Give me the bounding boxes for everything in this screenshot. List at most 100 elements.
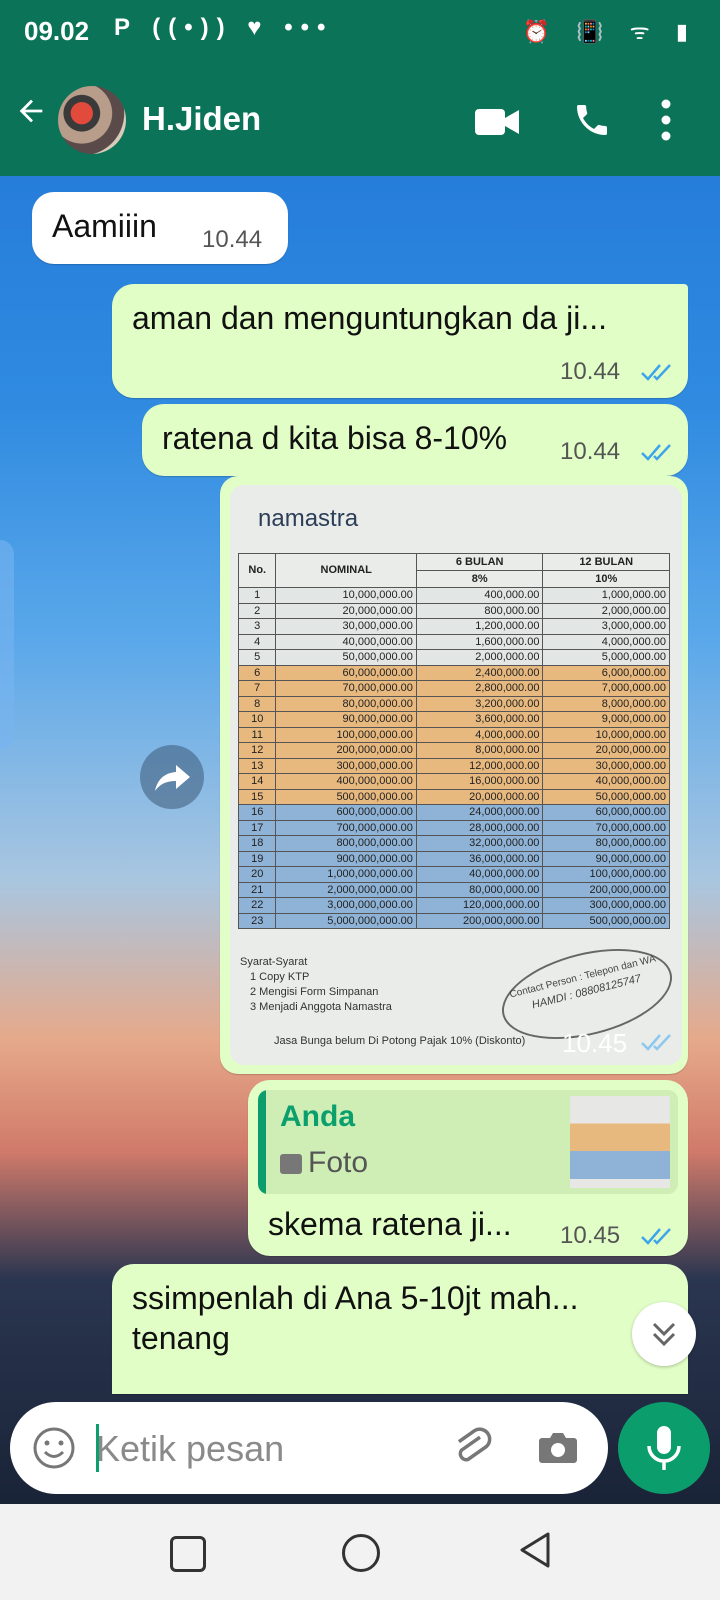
- message-time: 10.44: [560, 358, 621, 385]
- status-bar: 09.02 P ((•)) ♥ ••• ⏰ 📳 ᯤ ▮: [0, 0, 720, 64]
- partial-bubble-edge: [0, 540, 14, 750]
- table-cell: 3,000,000,000.00: [275, 897, 417, 914]
- contact-name[interactable]: H.Jiden: [142, 100, 261, 138]
- message-input[interactable]: Ketik pesan: [96, 1428, 284, 1470]
- table-cell: 3,200,000.00: [415, 695, 544, 712]
- row-number: 20: [237, 866, 277, 883]
- table-cell: 2,400,000.00: [415, 664, 544, 681]
- message-text: ssimpenlah di Ana 5-10jt mah... tenang: [132, 1280, 579, 1356]
- row-number: 18: [237, 835, 277, 852]
- table-cell: 2,000,000,000.00: [275, 881, 417, 898]
- table-row: 1 10,000,000.00 400,000.00 1,000,000.00: [237, 587, 670, 604]
- table-cell: 40,000,000.00: [542, 773, 670, 790]
- emoji-icon[interactable]: [32, 1426, 76, 1470]
- row-number: 22: [237, 897, 277, 914]
- read-receipt-icon: [641, 1034, 671, 1051]
- rates-table: No. NOMINAL 6 BULAN 12 BULAN 8% 10% 1 10,…: [237, 553, 670, 929]
- table-cell: 8,000,000.00: [415, 742, 544, 759]
- quoted-message[interactable]: Anda Foto: [258, 1090, 678, 1194]
- video-call-icon[interactable]: [475, 106, 519, 138]
- table-row: 20 1,000,000,000.00 40,000,000.00 100,000,0…: [237, 866, 670, 883]
- table-cell: 70,000,000.00: [542, 819, 670, 836]
- status-right-icons: ⏰ 📳 ᯤ ▮: [522, 19, 698, 44]
- camera-icon[interactable]: [536, 1426, 580, 1470]
- read-receipt-icon: [641, 444, 671, 461]
- table-cell: 50,000,000.00: [275, 649, 417, 666]
- message-bubble-outgoing[interactable]: aman dan menguntungkan da ji... 10.44: [112, 284, 688, 398]
- table-cell: 28,000,000.00: [415, 819, 544, 836]
- nav-back-icon[interactable]: [516, 1530, 554, 1570]
- table-cell: 1,000,000.00: [542, 587, 670, 604]
- system-nav-bar: [0, 1504, 720, 1600]
- table-row: 2 20,000,000.00 800,000.00 2,000,000.00: [237, 602, 670, 619]
- message-time: 10.45: [562, 1028, 628, 1058]
- row-number: 1: [237, 587, 277, 604]
- recents-icon[interactable]: [170, 1536, 206, 1572]
- document-note: Jasa Bunga belum Di Potong Pajak 10% (Di…: [274, 1035, 526, 1047]
- table-cell: 200,000,000.00: [542, 881, 670, 898]
- contact-avatar[interactable]: [58, 86, 126, 154]
- table-cell: 7,000,000.00: [542, 680, 670, 697]
- table-cell: 800,000,000.00: [275, 835, 417, 852]
- table-row: 21 2,000,000,000.00 80,000,000.00 200,000,0…: [237, 881, 670, 898]
- table-cell: 16,000,000.00: [415, 773, 544, 790]
- table-cell: 100,000,000.00: [542, 866, 670, 883]
- quote-accent-bar: [258, 1090, 266, 1194]
- table-cell: 60,000,000.00: [275, 664, 417, 681]
- table-cell: 600,000,000.00: [275, 804, 417, 821]
- message-text: aman dan menguntungkan da ji...: [132, 300, 607, 336]
- message-bubble-outgoing[interactable]: ratena d kita bisa 8-10% 10.44: [142, 404, 688, 476]
- row-number: 10: [237, 711, 277, 728]
- message-bubble-incoming[interactable]: Aamiiin 10.44: [32, 192, 288, 264]
- more-options-icon[interactable]: [660, 98, 672, 142]
- table-row: 3 30,000,000.00 1,200,000.00 3,000,000.00: [237, 618, 670, 635]
- table-cell: 20,000,000.00: [275, 602, 417, 619]
- table-cell: 5,000,000,000.00: [275, 912, 417, 929]
- table-cell: 10,000,000.00: [275, 587, 417, 604]
- message-bubble-outgoing[interactable]: ssimpenlah di Ana 5-10jt mah... tenang: [112, 1264, 688, 1394]
- microphone-icon: [647, 1426, 681, 1470]
- table-header: No.: [237, 553, 277, 588]
- table-cell: 5,000,000.00: [542, 649, 670, 666]
- table-cell: 9,000,000.00: [542, 711, 670, 728]
- attach-icon[interactable]: [448, 1424, 496, 1472]
- phone-call-icon[interactable]: [572, 100, 612, 140]
- table-cell: 12,000,000.00: [415, 757, 544, 774]
- table-row: 7 70,000,000.00 2,800,000.00 7,000,000.00: [237, 680, 670, 697]
- message-input-bar[interactable]: Ketik pesan: [10, 1402, 608, 1494]
- read-receipt-icon: [641, 1228, 671, 1245]
- requirements-title: Syarat-Syarat: [240, 956, 308, 968]
- row-number: 2: [237, 602, 277, 619]
- table-row: 6 60,000,000.00 2,400,000.00 6,000,000.00: [237, 664, 670, 681]
- table-cell: 60,000,000.00: [542, 804, 670, 821]
- message-time: 10.45: [560, 1222, 621, 1249]
- forward-button[interactable]: [140, 745, 204, 809]
- home-icon[interactable]: [342, 1534, 380, 1572]
- message-time: 10.44: [560, 438, 621, 465]
- chat-header: H.Jiden: [0, 64, 720, 176]
- row-number: 7: [237, 680, 277, 697]
- table-header: 10%: [542, 570, 670, 588]
- table-row: 18 800,000,000.00 32,000,000.00 80,000,000.…: [237, 835, 670, 852]
- status-left-icons: P ((•)) ♥ •••: [114, 14, 334, 41]
- table-row: 17 700,000,000.00 28,000,000.00 70,000,000.…: [237, 819, 670, 836]
- table-header: 8%: [415, 570, 544, 588]
- table-row: 14 400,000,000.00 16,000,000.00 40,000,000.…: [237, 773, 670, 790]
- table-cell: 400,000.00: [415, 587, 544, 604]
- table-cell: 36,000,000.00: [415, 850, 544, 867]
- table-cell: 4,000,000.00: [415, 726, 544, 743]
- table-row: 16 600,000,000.00 24,000,000.00 60,000,000.…: [237, 804, 670, 821]
- table-cell: 80,000,000.00: [415, 881, 544, 898]
- back-arrow-icon[interactable]: [14, 94, 48, 135]
- photo-attachment[interactable]: namastra No. NOMINAL 6 BULAN 12 BULAN 8%…: [230, 485, 682, 1065]
- message-time: 10.44: [202, 226, 263, 253]
- row-number: 11: [237, 726, 277, 743]
- row-number: 4: [237, 633, 277, 650]
- table-cell: 90,000,000.00: [275, 711, 417, 728]
- voice-message-button[interactable]: [618, 1402, 710, 1494]
- requirement-item: 2 Mengisi Form Simpanan: [250, 986, 379, 998]
- table-header: NOMINAL: [275, 553, 417, 588]
- table-cell: 200,000,000.00: [275, 742, 417, 759]
- quoted-type: Foto: [308, 1146, 369, 1179]
- scroll-to-bottom-button[interactable]: [632, 1302, 696, 1366]
